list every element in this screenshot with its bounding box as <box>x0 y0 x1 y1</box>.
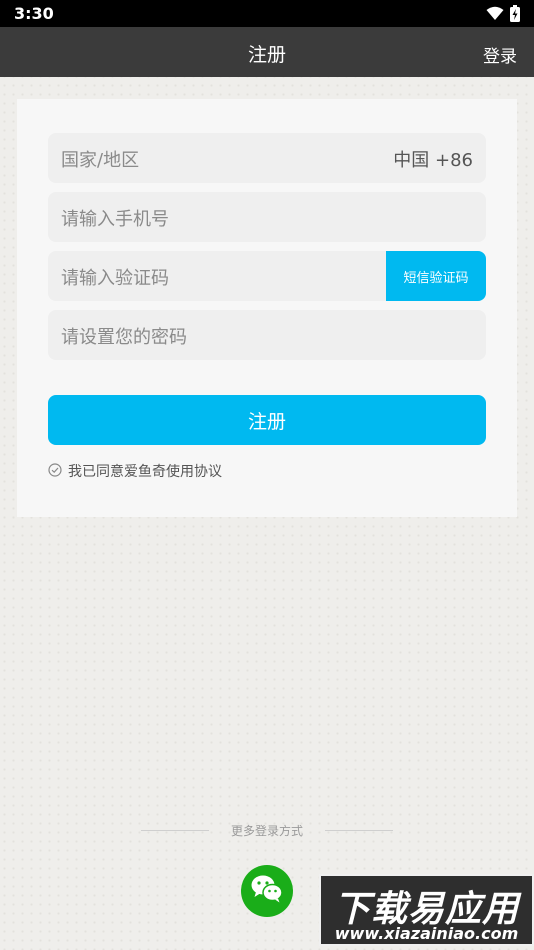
wechat-icon <box>250 874 284 908</box>
register-card: 国家/地区 中国 +86 请输入手机号 请输入验证码 短信验证码 请设置您的密码… <box>17 99 517 517</box>
phone-input[interactable]: 请输入手机号 <box>48 192 486 242</box>
agreement-text: 我已同意爱鱼奇使用协议 <box>68 464 222 480</box>
country-label: 国家/地区 <box>61 150 140 171</box>
status-icons <box>486 5 520 26</box>
battery-charging-icon <box>510 5 520 26</box>
sms-code-button[interactable]: 短信验证码 <box>386 251 486 301</box>
register-button[interactable]: 注册 <box>48 395 486 445</box>
password-placeholder: 请设置您的密码 <box>61 327 187 348</box>
login-link[interactable]: 登录 <box>483 42 517 67</box>
wechat-login-button[interactable] <box>241 865 293 917</box>
app-bar: 注册 登录 <box>0 27 534 77</box>
password-input[interactable]: 请设置您的密码 <box>48 310 486 360</box>
phone-placeholder: 请输入手机号 <box>61 209 169 230</box>
country-selector[interactable]: 国家/地区 中国 +86 <box>48 133 486 183</box>
watermark-logo: 下载易应用 www.xiazainiao.com <box>319 874 534 946</box>
verification-code-input[interactable]: 请输入验证码 短信验证码 <box>48 251 486 301</box>
status-bar: 3:30 <box>0 0 534 27</box>
check-circle-icon[interactable] <box>48 462 62 481</box>
divider-line-left <box>140 830 209 831</box>
agreement-row[interactable]: 我已同意爱鱼奇使用协议 <box>48 461 222 481</box>
status-time: 3:30 <box>14 4 54 23</box>
more-login-label: 更多登录方式 <box>230 824 303 838</box>
more-login-divider: 更多登录方式 <box>0 822 534 839</box>
divider-line-right <box>325 830 393 831</box>
watermark-url: www.xiazainiao.com <box>334 924 519 943</box>
wifi-icon <box>486 6 504 25</box>
page-title: 注册 <box>247 44 286 66</box>
code-placeholder: 请输入验证码 <box>61 268 169 289</box>
country-code-value: 中国 +86 <box>393 150 473 171</box>
